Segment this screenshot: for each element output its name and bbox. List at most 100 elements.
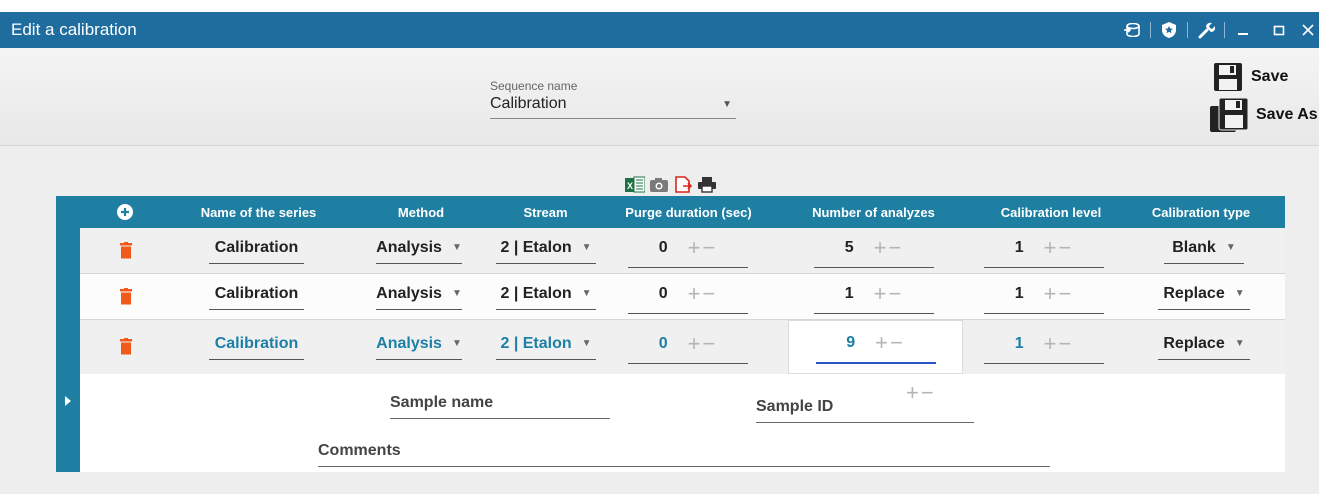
calibration-window: Edit a calibration Sequence name Calibra…: [0, 12, 1319, 494]
purge-value: 0: [658, 334, 668, 352]
series-name-field[interactable]: Calibration: [209, 239, 304, 264]
method-value: Analysis: [376, 284, 442, 302]
table-row[interactable]: Calibration Analysis ▼ 2 | Etalon ▼ 0 +− 1 +…: [56, 274, 1285, 320]
method-value: Analysis: [376, 238, 442, 256]
add-row-button[interactable]: [80, 196, 170, 228]
save-as-label: Save As: [1256, 106, 1318, 123]
calibration-table-panel: X Name of the series Method Stream Purge…: [56, 166, 1285, 472]
level-stepper[interactable]: 1 +−: [984, 331, 1104, 364]
method-select[interactable]: Analysis ▼: [376, 335, 462, 360]
level-stepper[interactable]: 1 +−: [984, 235, 1104, 268]
calibration-type-select[interactable]: Blank ▼: [1164, 239, 1244, 264]
close-icon[interactable]: [1297, 12, 1319, 48]
purge-value: 0: [658, 284, 668, 302]
analyzes-value: 1: [844, 284, 854, 302]
col-header-purge: Purge duration (sec): [625, 204, 752, 220]
analyzes-stepper[interactable]: 9 +−: [815, 330, 936, 364]
chevron-down-icon: ▼: [581, 338, 592, 349]
chevron-down-icon: ▼: [581, 288, 592, 299]
print-icon[interactable]: [697, 176, 717, 193]
calibration-type-value: Replace: [1163, 284, 1225, 302]
stream-select[interactable]: 2 | Etalon ▼: [496, 335, 596, 360]
expand-arrow-icon[interactable]: [64, 396, 72, 406]
sample-name-field[interactable]: Sample name: [390, 394, 610, 419]
plus-minus-icon[interactable]: +−: [875, 330, 905, 356]
col-header-stream: Stream: [523, 204, 568, 220]
sequence-name-value[interactable]: Calibration ▼: [490, 95, 736, 119]
table-header: Name of the series Method Stream Purge d…: [56, 196, 1285, 228]
save-button[interactable]: Save: [1213, 62, 1288, 92]
trash-icon[interactable]: [120, 242, 132, 259]
col-header-method: Method: [397, 204, 445, 220]
title-bar-controls: [1114, 12, 1319, 48]
excel-export-icon[interactable]: X: [624, 176, 645, 193]
stream-value: 2 | Etalon: [500, 334, 572, 352]
maximize-icon[interactable]: [1261, 12, 1297, 48]
save-label: Save: [1251, 68, 1289, 85]
col-header-level: Calibration level: [1000, 204, 1102, 220]
save-as-icon: [1210, 98, 1248, 132]
database-export-icon[interactable]: [1114, 12, 1150, 48]
chevron-down-icon: ▼: [451, 288, 462, 299]
method-select[interactable]: Analysis ▼: [376, 239, 462, 264]
minimize-icon[interactable]: [1225, 12, 1261, 48]
chevron-down-icon: ▼: [451, 338, 462, 349]
analyzes-stepper[interactable]: 1 +−: [814, 281, 934, 314]
plus-minus-icon[interactable]: +−: [874, 235, 904, 261]
col-header-series: Name of the series: [200, 204, 317, 220]
row-handle[interactable]: [56, 228, 80, 274]
plus-minus-icon[interactable]: +−: [874, 281, 904, 307]
export-toolbar: X: [56, 166, 1285, 196]
series-name-field[interactable]: Calibration: [209, 335, 304, 360]
row-handle[interactable]: [56, 320, 80, 374]
level-stepper[interactable]: 1 +−: [984, 281, 1104, 314]
analyzes-cell-editing[interactable]: 9 +−: [788, 320, 963, 374]
plus-minus-icon[interactable]: +−: [688, 281, 718, 307]
plus-minus-icon[interactable]: +−: [1044, 235, 1074, 261]
analyzes-stepper[interactable]: 5 +−: [814, 235, 934, 268]
window-title: Edit a calibration: [11, 20, 137, 39]
sequence-name-text: Calibration: [490, 95, 567, 112]
chevron-down-icon: ▼: [1234, 288, 1245, 299]
save-as-button[interactable]: Save As: [1210, 98, 1318, 132]
stream-value: 2 | Etalon: [500, 284, 572, 302]
plus-minus-icon[interactable]: +−: [688, 235, 718, 261]
trash-icon[interactable]: [120, 288, 132, 305]
level-value: 1: [1014, 238, 1024, 256]
table-row[interactable]: Calibration Analysis ▼ 2 | Etalon ▼ 0 +− 5 +…: [56, 228, 1285, 274]
calibration-type-select[interactable]: Replace ▼: [1158, 285, 1250, 310]
chevron-down-icon: ▼: [1225, 242, 1236, 253]
stream-select[interactable]: 2 | Etalon ▼: [496, 239, 596, 264]
calibration-type-value: Replace: [1163, 334, 1225, 352]
plus-minus-icon[interactable]: +−: [688, 331, 718, 357]
chevron-down-icon: ▼: [1234, 338, 1245, 349]
col-header-type: Calibration type: [1151, 204, 1251, 220]
row-detail-handle[interactable]: [56, 374, 80, 472]
stream-value: 2 | Etalon: [500, 238, 572, 256]
purge-stepper[interactable]: 0 +−: [628, 281, 748, 314]
purge-stepper[interactable]: 0 +−: [628, 235, 748, 268]
series-name-field[interactable]: Calibration: [209, 285, 304, 310]
title-bar: Edit a calibration: [0, 12, 1319, 48]
purge-stepper[interactable]: 0 +−: [628, 331, 748, 364]
sample-id-field[interactable]: Sample ID: [756, 398, 974, 423]
stream-select[interactable]: 2 | Etalon ▼: [496, 285, 596, 310]
comments-field[interactable]: Comments: [318, 442, 1050, 467]
table-row-selected[interactable]: Calibration Analysis ▼ 2 | Etalon ▼ 0 +− 9 +…: [56, 320, 1285, 374]
sequence-name-select[interactable]: Sequence name Calibration ▼: [490, 79, 736, 119]
camera-icon[interactable]: [649, 176, 669, 193]
header-band: Sequence name Calibration ▼ Save Save As: [0, 48, 1319, 146]
calibration-type-value: Blank: [1172, 238, 1216, 256]
shield-icon[interactable]: [1151, 12, 1187, 48]
row-handle[interactable]: [56, 274, 80, 320]
trash-icon[interactable]: [120, 338, 132, 355]
chevron-down-icon: ▼: [451, 242, 462, 253]
pdf-export-icon[interactable]: [673, 176, 693, 193]
calibration-type-select[interactable]: Replace ▼: [1158, 335, 1250, 360]
wrench-icon[interactable]: [1188, 12, 1224, 48]
method-select[interactable]: Analysis ▼: [376, 285, 462, 310]
plus-minus-icon[interactable]: +−: [1044, 331, 1074, 357]
plus-minus-icon[interactable]: +−: [906, 380, 936, 406]
method-value: Analysis: [376, 334, 442, 352]
plus-minus-icon[interactable]: +−: [1044, 281, 1074, 307]
